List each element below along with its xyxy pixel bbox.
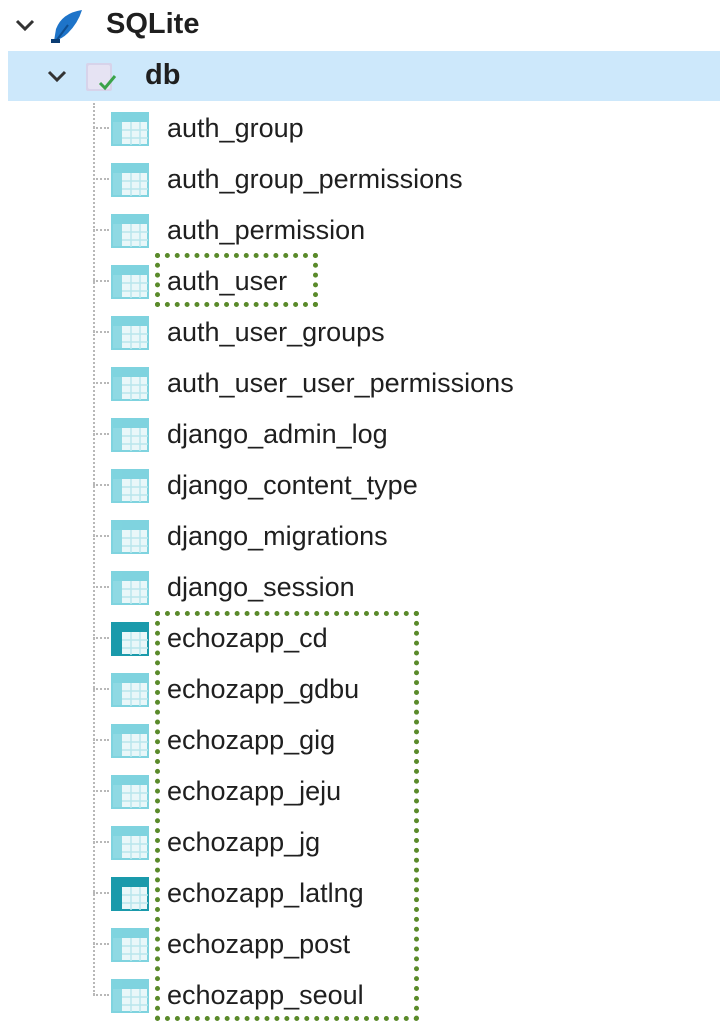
table-icon: [111, 214, 149, 248]
tree-node-table[interactable]: auth_user: [0, 256, 720, 307]
table-name-label: auth_permission: [167, 215, 366, 245]
tree-node-table[interactable]: django_admin_log: [0, 409, 720, 460]
tree-connector-branch: [93, 841, 109, 843]
tree-connector-branch: [93, 178, 109, 180]
tree-connector-branch: [93, 331, 109, 333]
table-name-label: django_content_type: [167, 470, 418, 500]
tree-connector-branch: [93, 637, 109, 639]
table-icon: [111, 418, 149, 452]
table-name-label: echozapp_seoul: [167, 980, 364, 1010]
tree-node-label: db: [145, 59, 181, 91]
table-name-label: django_session: [167, 572, 355, 602]
tree-connector-branch: [93, 994, 109, 996]
table-icon-dark: [111, 622, 149, 656]
table-icon: [111, 265, 149, 299]
tree-node-table[interactable]: django_session: [0, 562, 720, 613]
tree-connector-branch: [93, 484, 109, 486]
table-name-label: auth_group_permissions: [167, 164, 463, 194]
table-icon: [111, 163, 149, 197]
tree-node-table[interactable]: django_content_type: [0, 460, 720, 511]
table-name-label: echozapp_cd: [167, 623, 328, 653]
tree-node-table[interactable]: auth_permission: [0, 205, 720, 256]
table-name-label: echozapp_gdbu: [167, 674, 360, 704]
table-icon: [111, 979, 149, 1013]
table-icon: [111, 112, 149, 146]
tree-connector-branch: [93, 586, 109, 588]
table-icon: [111, 928, 149, 962]
table-icon: [111, 826, 149, 860]
table-icon: [111, 316, 149, 350]
table-icon: [111, 724, 149, 758]
tree-node-table[interactable]: echozapp_post: [0, 919, 720, 970]
table-name-label: echozapp_post: [167, 929, 351, 959]
table-name-label: auth_group: [167, 113, 304, 143]
table-icon: [111, 571, 149, 605]
tree-connector-branch: [93, 790, 109, 792]
table-icon: [111, 367, 149, 401]
table-name-label: echozapp_jeju: [167, 776, 342, 806]
tree-node-table[interactable]: echozapp_seoul: [0, 970, 720, 1021]
tree-node-table[interactable]: echozapp_jg: [0, 817, 720, 868]
tree-node-table[interactable]: django_migrations: [0, 511, 720, 562]
tree-connector-branch: [93, 892, 109, 894]
table-name-label: echozapp_latlng: [167, 878, 364, 908]
table-name-label: echozapp_gig: [167, 725, 336, 755]
table-icon: [111, 775, 149, 809]
tree-node-table[interactable]: echozapp_gig: [0, 715, 720, 766]
tree-connector-branch: [93, 229, 109, 231]
tree-node-label: SQLite: [106, 8, 200, 40]
chevron-down-icon[interactable]: [14, 14, 36, 36]
table-name-label: auth_user_groups: [167, 317, 385, 347]
tree-node-table[interactable]: auth_group: [0, 103, 720, 154]
table-name-label: auth_user: [167, 266, 288, 296]
tree-connector-branch: [93, 382, 109, 384]
tree-node-table[interactable]: echozapp_cd: [0, 613, 720, 664]
tree-node-table[interactable]: auth_user_user_permissions: [0, 358, 720, 409]
tree-node-table[interactable]: echozapp_jeju: [0, 766, 720, 817]
database-connected-icon: [86, 63, 117, 91]
database-tree: SQLite db auth_group auth_group_permissio…: [0, 0, 720, 1021]
table-name-label: django_migrations: [167, 521, 388, 551]
tree-node-table[interactable]: echozapp_latlng: [0, 868, 720, 919]
tree-connector-branch: [93, 739, 109, 741]
sqlite-feather-icon: [51, 10, 82, 43]
table-icon-dark: [111, 877, 149, 911]
tree-node-table[interactable]: echozapp_gdbu: [0, 664, 720, 715]
tree-connector-branch: [93, 280, 109, 282]
table-icon: [111, 469, 149, 503]
tree-node-sqlite[interactable]: SQLite: [0, 0, 720, 50]
tree-node-db[interactable]: db: [8, 51, 720, 101]
tree-connector-branch: [93, 688, 109, 690]
table-icon: [111, 520, 149, 554]
tree-connector-branch: [93, 433, 109, 435]
table-name-label: django_admin_log: [167, 419, 388, 449]
tree-connector-branch: [93, 943, 109, 945]
table-icon: [111, 673, 149, 707]
table-name-label: auth_user_user_permissions: [167, 368, 514, 398]
table-name-label: echozapp_jg: [167, 827, 321, 857]
tree-node-table[interactable]: auth_user_groups: [0, 307, 720, 358]
chevron-down-icon[interactable]: [46, 65, 68, 87]
tree-connector-branch: [93, 535, 109, 537]
tree-connector-branch: [93, 127, 109, 129]
tree-node-table[interactable]: auth_group_permissions: [0, 154, 720, 205]
